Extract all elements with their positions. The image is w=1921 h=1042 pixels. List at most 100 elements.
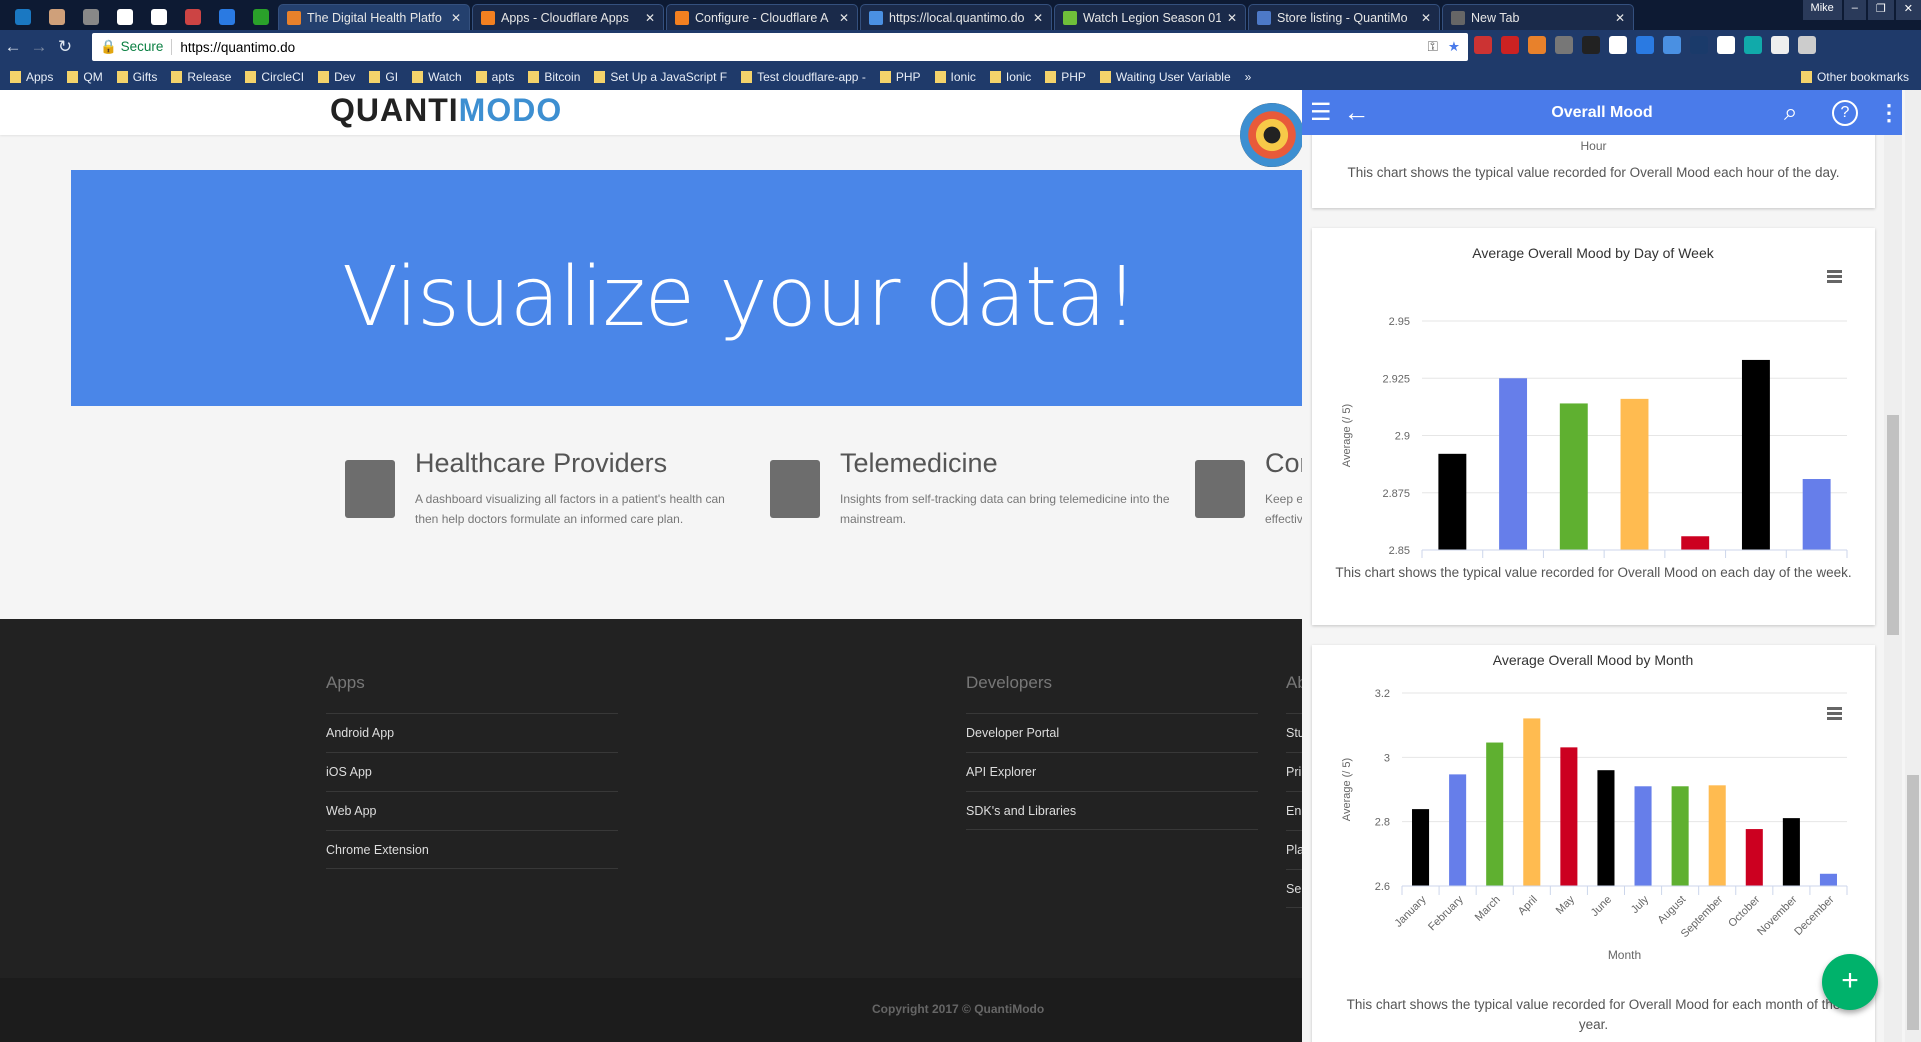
bookmark-item[interactable]: PHP [879, 70, 921, 84]
close-tab-icon[interactable]: ✕ [1615, 11, 1625, 25]
bar-april[interactable] [1523, 718, 1541, 886]
bar-january[interactable] [1412, 809, 1430, 886]
url-text[interactable]: https://quantimo.do [180, 40, 1427, 55]
browser-tab[interactable]: Configure - Cloudflare A ✕ [666, 4, 858, 30]
close-tab-icon[interactable]: ✕ [451, 11, 461, 25]
bar-september[interactable] [1708, 785, 1726, 886]
close-window-button[interactable]: ✕ [1895, 0, 1921, 20]
bar-june[interactable] [1597, 770, 1615, 886]
bar-wed[interactable] [1620, 398, 1649, 550]
bar-august[interactable] [1671, 786, 1689, 886]
extension-icon[interactable] [1744, 36, 1762, 54]
extension-icon[interactable] [1690, 36, 1708, 54]
extension-icon[interactable] [1555, 36, 1573, 54]
bar-tue[interactable] [1559, 403, 1588, 550]
address-bar[interactable]: 🔒 Secure https://quantimo.do ⚿ ★ [92, 33, 1468, 61]
footer-link[interactable]: Web App [326, 791, 618, 830]
more-options-icon[interactable]: ⋮ [1878, 100, 1900, 126]
bookmark-item[interactable]: apts [475, 70, 514, 84]
close-tab-icon[interactable]: ✕ [645, 11, 655, 25]
bookmark-item[interactable]: Gifts [116, 70, 157, 84]
back-icon[interactable]: ← [0, 37, 26, 57]
bar-november[interactable] [1782, 818, 1800, 886]
browser-tab[interactable]: Watch Legion Season 01 ✕ [1054, 4, 1246, 30]
forward-icon[interactable]: → [26, 37, 52, 57]
extension-icon[interactable] [1798, 36, 1816, 54]
star-icon[interactable]: ★ [1448, 39, 1460, 55]
chart-menu-icon[interactable] [1827, 270, 1842, 283]
footer-link[interactable]: Chrome Extension [326, 830, 618, 869]
extension-icon[interactable] [1528, 36, 1546, 54]
bookmark-item[interactable]: Release [171, 70, 231, 84]
bar-march[interactable] [1486, 742, 1504, 886]
restore-button[interactable]: ❐ [1867, 0, 1894, 20]
panel-scrollbar[interactable] [1884, 135, 1902, 1042]
bar-fri[interactable] [1741, 359, 1770, 550]
bar-october[interactable] [1745, 829, 1763, 886]
bar-sun[interactable] [1438, 453, 1467, 550]
close-tab-icon[interactable]: ✕ [1227, 11, 1237, 25]
bookmark-item[interactable]: CircleCI [245, 70, 304, 84]
key-icon[interactable]: ⚿ [1428, 39, 1438, 55]
other-bookmarks[interactable]: Other bookmarks [1800, 70, 1909, 84]
bar-february[interactable] [1449, 774, 1467, 886]
footer-link[interactable]: Developer Portal [966, 713, 1258, 752]
reload-icon[interactable]: ↻ [52, 37, 78, 57]
pinned-tab[interactable] [210, 4, 244, 30]
browser-tab[interactable]: New Tab ✕ [1442, 4, 1634, 30]
bar-mon[interactable] [1499, 378, 1528, 550]
pinned-tab[interactable] [176, 4, 210, 30]
bar-may[interactable] [1560, 747, 1578, 886]
footer-link[interactable]: API Explorer [966, 752, 1258, 791]
bookmark-item[interactable]: Dev [318, 70, 355, 84]
bookmark-item[interactable]: PHP [1045, 70, 1086, 84]
browser-tab[interactable]: The Digital Health Platfo ✕ [278, 4, 470, 30]
bookmark-item[interactable]: Ionic [934, 70, 976, 84]
pinned-tab[interactable] [40, 4, 74, 30]
extension-icon[interactable] [1501, 36, 1519, 54]
extension-icon[interactable] [1663, 36, 1681, 54]
footer-link[interactable]: SDK's and Libraries [966, 791, 1258, 830]
close-tab-icon[interactable]: ✕ [1421, 11, 1431, 25]
quantimodo-logo[interactable]: QUANTIMODO [330, 92, 562, 129]
chart-menu-icon[interactable] [1827, 707, 1842, 720]
add-fab-button[interactable]: + [1822, 954, 1878, 1010]
footer-link[interactable]: Android App [326, 713, 618, 752]
user-profile-button[interactable]: Mike [1802, 0, 1842, 20]
close-tab-icon[interactable]: ✕ [839, 11, 849, 25]
browser-tab[interactable]: Apps - Cloudflare Apps ✕ [472, 4, 664, 30]
extension-icon[interactable] [1717, 36, 1735, 54]
bookmarks-overflow-button[interactable]: » [1245, 70, 1252, 84]
extension-icon[interactable] [1771, 36, 1789, 54]
minimize-button[interactable]: – [1843, 0, 1866, 20]
extension-icon[interactable] [1609, 36, 1627, 54]
help-icon[interactable]: ? [1832, 99, 1858, 126]
browser-tab[interactable]: Store listing - QuantiMo ✕ [1248, 4, 1440, 30]
bookmark-item[interactable]: Apps [10, 70, 53, 84]
bookmark-item[interactable]: Ionic [989, 70, 1031, 84]
bookmark-item[interactable]: QM [67, 70, 103, 84]
extension-icon[interactable] [1474, 36, 1492, 54]
pinned-tab[interactable] [142, 4, 176, 30]
footer-link[interactable]: iOS App [326, 752, 618, 791]
bar-thu[interactable] [1681, 536, 1710, 550]
pinned-tab[interactable] [244, 4, 278, 30]
bar-december[interactable] [1819, 873, 1837, 886]
browser-tab[interactable]: https://local.quantimo.do ✕ [860, 4, 1052, 30]
bookmark-item[interactable]: Watch [412, 70, 462, 84]
bar-july[interactable] [1634, 786, 1652, 886]
pinned-tab[interactable] [74, 4, 108, 30]
extension-icon[interactable] [1636, 36, 1654, 54]
extension-icon[interactable] [1582, 36, 1600, 54]
bar-sat[interactable] [1802, 479, 1831, 550]
close-tab-icon[interactable]: ✕ [1033, 11, 1043, 25]
bookmark-item[interactable]: Set Up a JavaScript F [594, 70, 727, 84]
bookmark-item[interactable]: Bitcoin [528, 70, 580, 84]
pinned-tab[interactable] [6, 4, 40, 30]
search-icon[interactable]: ⌕ [1784, 99, 1797, 127]
page-scrollbar[interactable] [1905, 90, 1921, 1042]
pinned-tab[interactable] [108, 4, 142, 30]
bookmark-item[interactable]: GI [369, 70, 398, 84]
bookmark-item[interactable]: Test cloudflare-app - [741, 70, 866, 84]
bookmark-item[interactable]: Waiting User Variable [1099, 70, 1231, 84]
